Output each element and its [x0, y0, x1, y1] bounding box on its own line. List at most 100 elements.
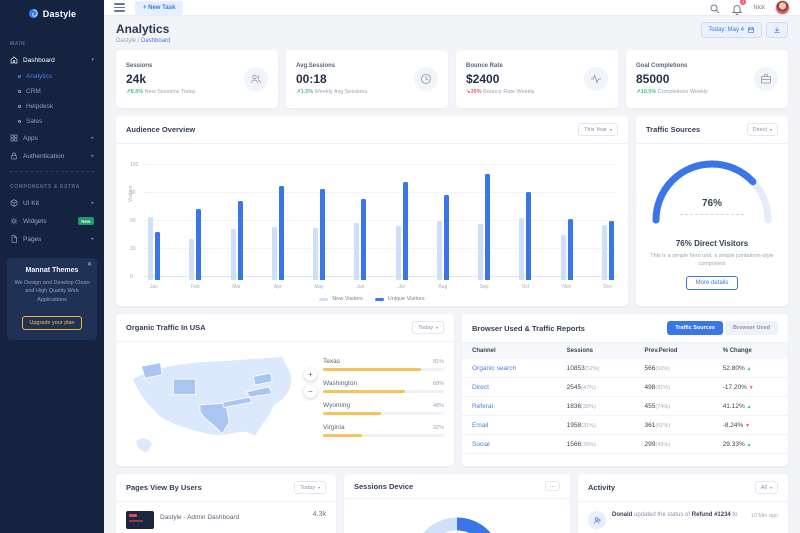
- search-icon[interactable]: [709, 2, 721, 14]
- legend-item: Unique Visitors: [375, 296, 425, 302]
- dastyle-logo-icon: [28, 8, 39, 19]
- stat-card-sessions: Sessions24k↗8.5% New Sessions Today: [116, 50, 278, 108]
- triangle-down-icon: ▼: [745, 423, 750, 429]
- sidebar-item-sales[interactable]: Sales: [0, 114, 104, 129]
- stats-row: Sessions24k↗8.5% New Sessions TodayAvg.S…: [116, 50, 788, 108]
- close-icon[interactable]: ✕: [87, 261, 92, 268]
- bar-groups: Jan Feb Mar Apr May Jun Jul Aug Sep Oct Nov Dec: [148, 168, 614, 290]
- sidebar-item-widgets[interactable]: WidgetsNew: [0, 212, 104, 230]
- activity-filter-select[interactable]: All▾: [755, 481, 778, 494]
- map-zoom-in-button[interactable]: +: [304, 368, 317, 381]
- sidebar-item-dashboard[interactable]: Dashboard▾: [0, 51, 104, 69]
- gauge-chart: 76%: [646, 152, 778, 231]
- channel-link[interactable]: Referal: [462, 397, 557, 416]
- column-header: % Change: [713, 343, 788, 359]
- bar-group-apr[interactable]: Apr: [272, 168, 284, 290]
- chevron-down-icon: ▾: [91, 57, 94, 63]
- stat-label: Avg.Sessions: [296, 63, 367, 69]
- usa-map[interactable]: [126, 350, 298, 458]
- user-avatar[interactable]: [775, 0, 790, 15]
- page-title: Analytics: [116, 22, 170, 36]
- stat-value: 24k: [126, 72, 196, 86]
- stat-delta: ↗8.5% New Sessions Today: [126, 89, 196, 95]
- clock-icon: [420, 73, 432, 85]
- traffic-filter-select[interactable]: Direct▾: [747, 123, 778, 136]
- breadcrumb-current[interactable]: Dashboard: [141, 38, 170, 44]
- bar-group-jan[interactable]: Jan: [148, 168, 160, 290]
- bar-new-visitors: [148, 217, 153, 280]
- organic-traffic-usa-card: Organic Traffic In USA Today▾: [116, 314, 454, 466]
- x-tick-label: Apr: [274, 284, 282, 290]
- activity-time: 10 Min ago: [751, 511, 778, 529]
- channel-link[interactable]: Organic search: [462, 359, 557, 378]
- x-tick-label: Dec: [603, 284, 612, 290]
- channel-link[interactable]: Direct: [462, 378, 557, 397]
- map-zoom-out-button[interactable]: −: [304, 385, 317, 398]
- page-view-row[interactable]: Dastyle - Admin Dashboard4.3k: [116, 502, 336, 533]
- bar-group-mar[interactable]: Mar: [231, 168, 243, 290]
- promo-title: Mannat Themes: [14, 267, 90, 274]
- activity-icon: [590, 73, 602, 85]
- column-header: Prev.Period: [635, 343, 713, 359]
- download-button[interactable]: [766, 22, 788, 38]
- stat-label: Goal Completions: [636, 63, 708, 69]
- x-tick-label: Jan: [150, 284, 158, 290]
- sidebar-item-authentication[interactable]: Authentication▸: [0, 147, 104, 165]
- bar-group-jun[interactable]: Jun: [354, 168, 366, 290]
- bar-group-may[interactable]: May: [313, 168, 325, 290]
- toggle-traffic-sources-button[interactable]: Traffic Sources: [667, 321, 723, 335]
- state-row-washington[interactable]: Washington68%: [323, 380, 444, 393]
- bar-group-oct[interactable]: Oct: [519, 168, 531, 290]
- briefcase-icon: [754, 67, 778, 91]
- channel-link[interactable]: Social: [462, 435, 557, 454]
- state-row-wyoming[interactable]: Wyoming48%: [323, 402, 444, 415]
- page-views-value: 4.3k: [313, 511, 326, 518]
- bullet-icon: [18, 75, 21, 78]
- users-icon: [244, 67, 268, 91]
- x-tick-label: Oct: [522, 284, 530, 290]
- channel-link[interactable]: Email: [462, 416, 557, 435]
- new-task-button[interactable]: + New Task: [135, 1, 183, 15]
- sidebar-item-pages[interactable]: Pages▸: [0, 230, 104, 248]
- toggle-browser-used-button[interactable]: Browser Used: [725, 321, 778, 335]
- bar-group-feb[interactable]: Feb: [189, 168, 201, 290]
- app-root: Dastyle MAIN Dashboard▾AnalyticsCRMHelpd…: [0, 0, 800, 533]
- bar-group-dec[interactable]: Dec: [602, 168, 614, 290]
- legend-item: New Visitors: [319, 296, 362, 302]
- sidebar-item-apps[interactable]: Apps▸: [0, 129, 104, 147]
- bar-unique-visitors: [238, 201, 243, 280]
- x-tick-label: Jun: [356, 284, 364, 290]
- sidebar-item-crm[interactable]: CRM: [0, 84, 104, 99]
- download-icon: [773, 26, 781, 34]
- state-row-texas[interactable]: Texas81%: [323, 358, 444, 371]
- bar-group-nov[interactable]: Nov: [561, 168, 573, 290]
- notifications-bell-icon[interactable]: 1: [731, 2, 743, 14]
- date-picker-button[interactable]: Today: May 4: [701, 22, 762, 38]
- sidebar-item-analytics[interactable]: Analytics: [0, 69, 104, 84]
- bar-group-aug[interactable]: Aug: [437, 168, 449, 290]
- pages-filter-select[interactable]: Today▾: [294, 481, 326, 494]
- more-details-button[interactable]: More details: [686, 276, 739, 290]
- card-menu-button[interactable]: ...: [545, 481, 560, 491]
- sidebar-section-components: COMPONENTS & EXTRA: [0, 178, 104, 194]
- logo[interactable]: Dastyle: [0, 0, 104, 27]
- audience-filter-select[interactable]: This Year▾: [578, 123, 618, 136]
- x-tick-label: Sep: [480, 284, 489, 290]
- triangle-up-icon: ▲: [747, 404, 752, 410]
- state-row-virginia[interactable]: Virginia32%: [323, 424, 444, 437]
- bar-unique-visitors: [279, 186, 284, 280]
- activity-item[interactable]: Donald updated the status of Refund #123…: [578, 502, 788, 533]
- bar-group-jul[interactable]: Jul: [396, 168, 408, 290]
- logo-text: Dastyle: [43, 9, 76, 19]
- card-title: Traffic Sources: [646, 125, 700, 134]
- gridline: 120: [144, 164, 618, 165]
- audience-bar-chart: Visitors 0306090120JanFebMarAprMayJunJul…: [144, 152, 618, 290]
- sidebar-section-main: MAIN: [0, 35, 104, 51]
- usa-filter-select[interactable]: Today▾: [412, 321, 444, 334]
- sidebar-item-ui-kit[interactable]: UI Kit▸: [0, 194, 104, 212]
- activity-text: Donald updated the status of Refund #123…: [612, 511, 745, 529]
- bar-group-sep[interactable]: Sep: [478, 168, 490, 290]
- sidebar-item-helpdesk[interactable]: Helpdesk: [0, 99, 104, 114]
- menu-toggle-icon[interactable]: [114, 1, 125, 14]
- upgrade-plan-button[interactable]: Upgrade your plan: [22, 316, 81, 330]
